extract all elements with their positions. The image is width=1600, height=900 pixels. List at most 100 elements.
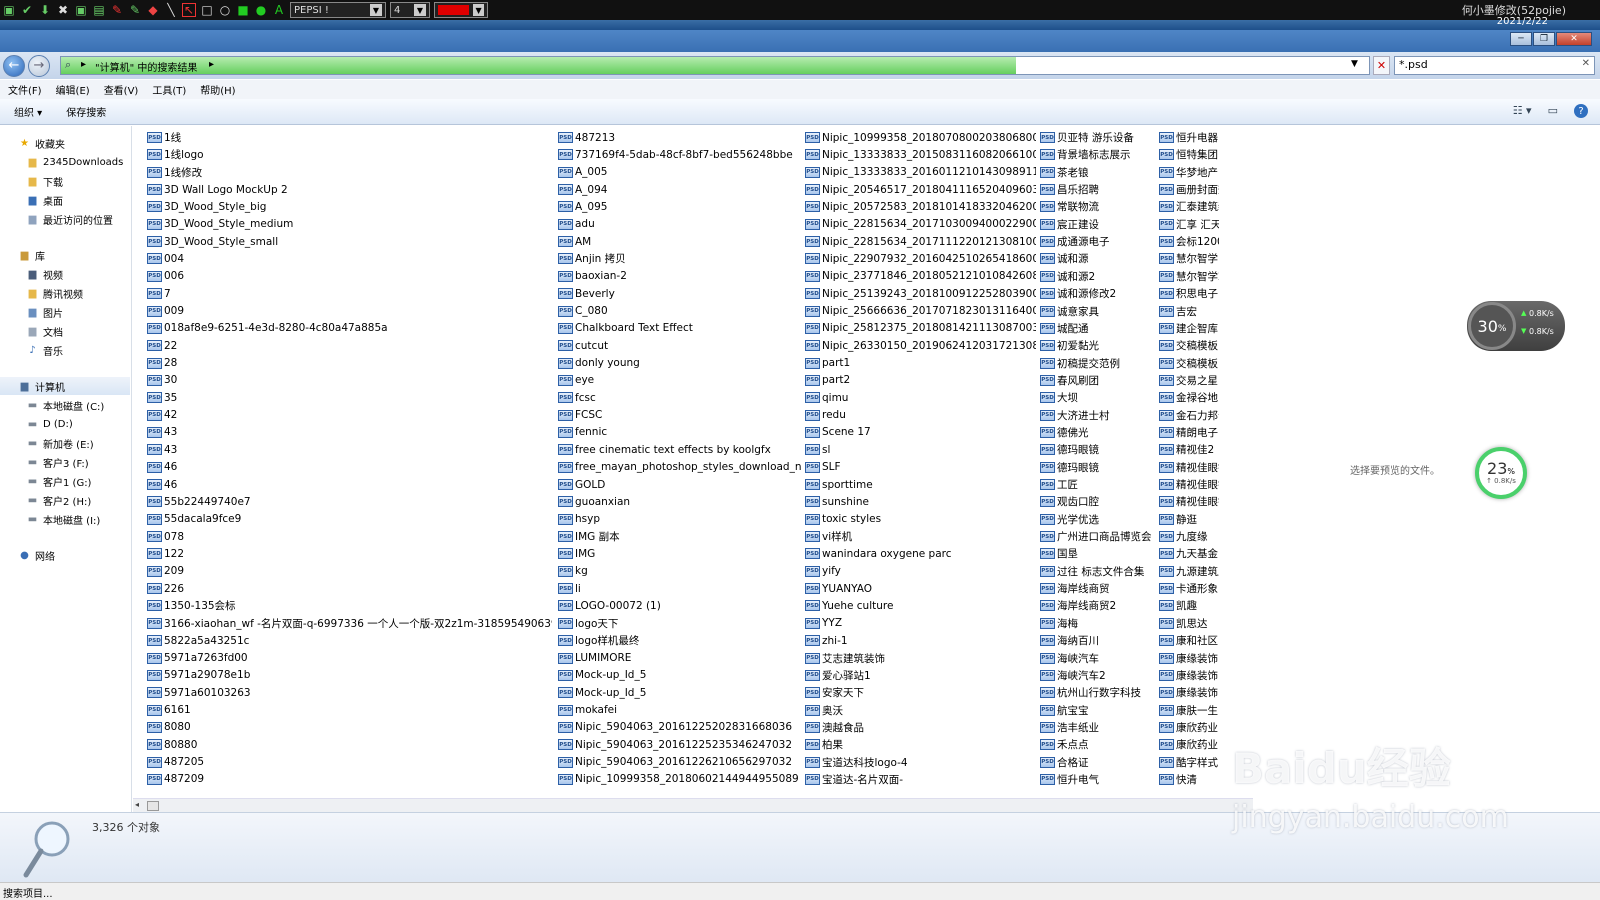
stop-search-button[interactable]: ✕	[1373, 56, 1390, 75]
file-item[interactable]: PSD 1线	[147, 129, 552, 146]
file-item[interactable]: PSD 22	[147, 337, 552, 354]
file-item[interactable]: PSD Nipic_5904063_20161226210656297032	[558, 754, 801, 771]
maximize-button[interactable]: ❐	[1533, 32, 1555, 46]
file-item[interactable]: PSD 6161	[147, 702, 552, 719]
address-bar[interactable]: ⌕ ▸ "计算机" 中的搜索结果 ▸ ▼	[60, 56, 1370, 75]
file-item[interactable]: PSD 恒升电器	[1159, 129, 1219, 146]
file-item[interactable]: PSD Yuehe culture	[805, 597, 1036, 614]
nav-item[interactable]: ● 网络	[0, 546, 130, 564]
file-item[interactable]: PSD 春风刷团	[1040, 372, 1157, 389]
file-item[interactable]: PSD Nipic_25139243_20181009122528039000	[805, 285, 1036, 302]
file-item[interactable]: PSD 航宝宝	[1040, 702, 1157, 719]
file-item[interactable]: PSD 3D_Wood_Style_small	[147, 233, 552, 250]
file-item[interactable]: PSD 海峡汽车	[1040, 650, 1157, 667]
file-item[interactable]: PSD Mock-up_Id_5	[558, 684, 801, 701]
file-item[interactable]: PSD 国垦	[1040, 545, 1157, 562]
file-item[interactable]: PSD 55b22449740e7	[147, 493, 552, 510]
text-tool-icon[interactable]: A	[272, 3, 286, 17]
file-item[interactable]: PSD 226	[147, 580, 552, 597]
file-item[interactable]: PSD logo天下	[558, 615, 801, 632]
file-item[interactable]: PSD 奥沃	[805, 702, 1036, 719]
file-item[interactable]: PSD donly young	[558, 355, 801, 372]
nav-item[interactable]: ▆ 视频	[0, 265, 130, 283]
save-as-icon[interactable]: ▣	[74, 3, 88, 17]
file-item[interactable]: PSD 海纳百川	[1040, 632, 1157, 649]
file-item[interactable]: PSD康欣药业 绿	[1159, 719, 1219, 736]
file-item[interactable]: PSD 3D Wall Logo MockUp 2	[147, 181, 552, 198]
rectangle-icon[interactable]: □	[200, 3, 214, 17]
file-item[interactable]: PSD fcsc	[558, 389, 801, 406]
file-item[interactable]: PSD AM	[558, 233, 801, 250]
file-item[interactable]: PSD Beverly	[558, 285, 801, 302]
nav-item[interactable]: ▆ 最近访问的位置	[0, 210, 130, 228]
file-item[interactable]: PSD free cinematic text effects by koolgf…	[558, 441, 801, 458]
file-item[interactable]: PSD 成通源电子	[1040, 233, 1157, 250]
preview-pane-icon[interactable]: ▭	[1548, 104, 1558, 118]
file-item[interactable]: PSD 康缘装饰	[1159, 650, 1219, 667]
file-item[interactable]: PSD redu	[805, 407, 1036, 424]
file-item[interactable]: PSD精视佳眼镜	[1159, 459, 1219, 476]
file-item[interactable]: PSD 43	[147, 424, 552, 441]
file-item[interactable]: PSD 006	[147, 268, 552, 285]
nav-item[interactable]: ▬ 本地磁盘 (C:)	[0, 396, 130, 414]
file-item[interactable]: PSD Anjin 拷贝	[558, 250, 801, 267]
file-item[interactable]: PSD 宝道达-名片双面-	[805, 771, 1036, 788]
file-item[interactable]: PSD 过往 标志文件合集	[1040, 563, 1157, 580]
file-item[interactable]: PSD baoxian-2	[558, 268, 801, 285]
file-item[interactable]: PSD 487205	[147, 754, 552, 771]
file-item[interactable]: PSD慧尔智学2	[1159, 268, 1219, 285]
filled-ellipse-icon[interactable]: ●	[254, 3, 268, 17]
file-item[interactable]: PSD 金禄谷地	[1159, 389, 1219, 406]
file-item[interactable]: PSD hsyp	[558, 511, 801, 528]
file-item[interactable]: PSD 大济进士村	[1040, 407, 1157, 424]
file-item[interactable]: PSD qimu	[805, 389, 1036, 406]
chevron-down-icon[interactable]: ▼	[1351, 59, 1358, 69]
file-item[interactable]: PSD 122	[147, 545, 552, 562]
search-input[interactable]: *.psd ✕	[1394, 56, 1595, 75]
file-item[interactable]: PSD 1线修改	[147, 164, 552, 181]
file-item[interactable]: PSD精视佳眼镜	[1159, 493, 1219, 510]
file-item[interactable]: PSD 积思电子	[1159, 285, 1219, 302]
file-item[interactable]: PSD 禾点点	[1040, 736, 1157, 753]
file-item[interactable]: PSD 大坝	[1040, 389, 1157, 406]
file-item[interactable]: PSD eye	[558, 372, 801, 389]
file-item[interactable]: PSD 交稿模板	[1159, 337, 1219, 354]
file-item[interactable]: PSD C_080	[558, 303, 801, 320]
file-item[interactable]: PSD 恒特集团	[1159, 146, 1219, 163]
file-item[interactable]: PSD Nipic_10999358_20180708002038068000	[805, 129, 1036, 146]
clear-search-icon[interactable]: ✕	[1582, 58, 1590, 69]
nav-item[interactable]: ▬ 客户1 (G:)	[0, 472, 130, 490]
file-item[interactable]: PSD Nipic_13333833_20150831160820661000	[805, 146, 1036, 163]
file-item[interactable]: PSD A_094	[558, 181, 801, 198]
save-search-button[interactable]: 保存搜索	[66, 104, 106, 119]
file-item[interactable]: PSD 7	[147, 285, 552, 302]
eraser-icon[interactable]: ✎	[110, 3, 124, 17]
file-item[interactable]: PSD 1350-135会标	[147, 597, 552, 614]
line-icon[interactable]: ╲	[164, 3, 178, 17]
font-select[interactable]: PEPSI ! ▼	[290, 2, 386, 18]
file-item[interactable]: PSD 30	[147, 372, 552, 389]
file-item[interactable]: PSD Nipic_26330150_20190624120317213084	[805, 337, 1036, 354]
file-item[interactable]: PSD 35	[147, 389, 552, 406]
file-item[interactable]: PSD 背景墙标志展示	[1040, 146, 1157, 163]
arrow-tool-icon[interactable]: ↖	[182, 3, 196, 17]
menu-view[interactable]: 查看(V)	[104, 82, 139, 97]
file-item[interactable]: PSD 卡通形象	[1159, 580, 1219, 597]
file-item[interactable]: PSD 004	[147, 250, 552, 267]
file-item[interactable]: PSD Chalkboard Text Effect	[558, 320, 801, 337]
file-item[interactable]: PSD 1线logo	[147, 146, 552, 163]
file-item[interactable]: PSD 737169f4-5dab-48cf-8bf7-bed556248bbe	[558, 146, 801, 163]
file-item[interactable]: PSD 海岸线商贸	[1040, 580, 1157, 597]
menu-file[interactable]: 文件(F)	[8, 82, 42, 97]
file-item[interactable]: PSD九源建筑工	[1159, 563, 1219, 580]
download-icon[interactable]: ⬇	[38, 3, 52, 17]
file-item[interactable]: PSD 酷字样式	[1159, 754, 1219, 771]
file-item[interactable]: PSD 初稿提交范例	[1040, 355, 1157, 372]
file-item[interactable]: PSD adu	[558, 216, 801, 233]
file-item[interactable]: PSD guoanxian	[558, 493, 801, 510]
file-item[interactable]: PSD wanindara oxygene parc	[805, 545, 1036, 562]
file-item[interactable]: PSD 5971a7263fd00	[147, 650, 552, 667]
file-item[interactable]: PSD 初爱黏光	[1040, 337, 1157, 354]
file-item[interactable]: PSD 46	[147, 476, 552, 493]
file-item[interactable]: PSD IMG	[558, 545, 801, 562]
